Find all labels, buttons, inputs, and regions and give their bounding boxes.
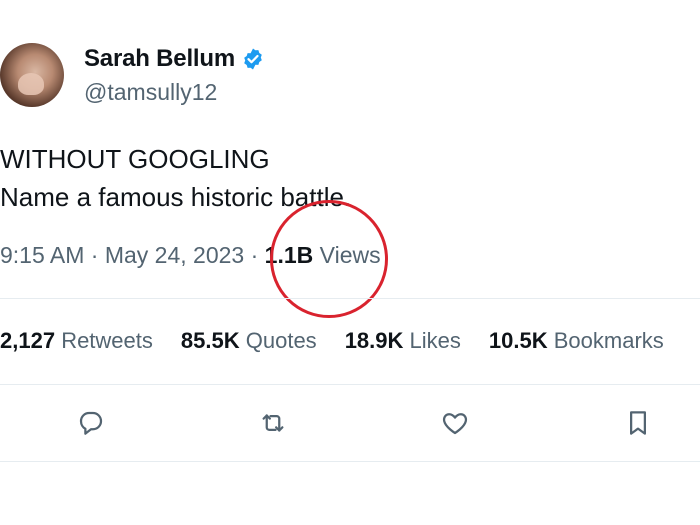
quotes-stat[interactable]: 85.5K Quotes [181,328,317,354]
bookmark-icon [630,411,646,435]
bookmark-button[interactable] [618,403,658,443]
retweet-icon [262,414,284,432]
likes-count: 18.9K [344,328,404,353]
meta-separator: · [244,242,265,268]
likes-label: Likes [409,328,461,353]
divider [0,461,700,462]
quotes-count: 85.5K [180,328,240,353]
tweet-time[interactable]: 9:15 AM [0,242,84,268]
highlight-circle [270,200,388,318]
quotes-label: Quotes [245,328,317,353]
bookmarks-stat[interactable]: 10.5K Bookmarks [489,328,664,354]
tweet-line-1: WITHOUT GOOGLING [0,144,270,174]
tweet-body: WITHOUT GOOGLING Name a famous historic … [0,140,351,216]
meta-separator: · [84,242,105,268]
action-bar [0,403,700,443]
retweets-count: 2,127 [0,328,56,353]
verified-badge-icon [241,47,265,71]
avatar[interactable] [0,43,64,107]
divider [0,298,700,299]
like-button[interactable] [435,403,475,443]
retweet-button[interactable] [253,403,293,443]
divider [0,384,700,385]
author-name[interactable]: Sarah Bellum [84,45,235,73]
retweets-stat[interactable]: 2,127 Retweets [0,328,153,354]
author-name-row[interactable]: Sarah Bellum [84,45,265,73]
tweet-date[interactable]: May 24, 2023 [105,242,244,268]
reply-button[interactable] [71,403,111,443]
reply-icon [79,411,103,435]
retweets-label: Retweets [61,328,153,353]
author-handle[interactable]: @tamsully12 [84,79,217,106]
like-icon [442,413,468,435]
bookmarks-label: Bookmarks [553,328,664,353]
bookmarks-count: 10.5K [488,328,548,353]
likes-stat[interactable]: 18.9K Likes [345,328,461,354]
engagement-stats: 2,127 Retweets 85.5K Quotes 18.9K Likes 10.… [0,328,692,354]
